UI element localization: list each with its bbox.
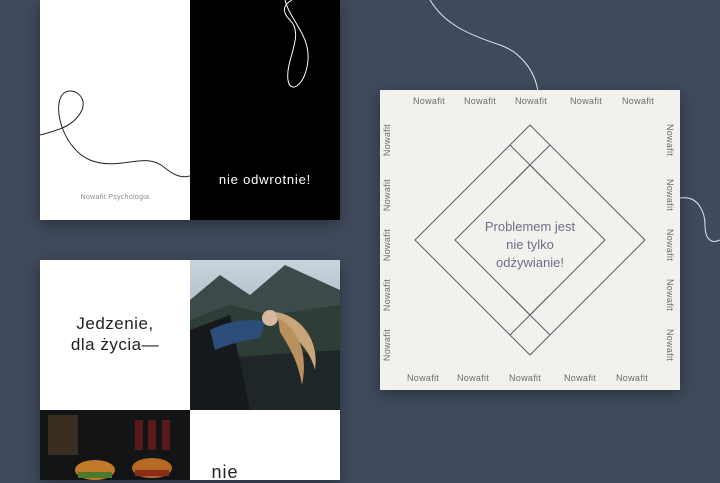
brand-label: Nowafit — [464, 96, 497, 106]
quote-text: nie odwrotnie! — [218, 172, 312, 187]
headline: Jedzenie, dla życia— — [40, 313, 190, 355]
brand-label: Nowafit — [382, 123, 393, 157]
right-card: Nowafit Nowafit Nowafit Nowafit Nowafit … — [380, 90, 680, 390]
top-left-card: Nowafit Psychologia nie odwrotnie! — [40, 0, 340, 220]
bottom-left-card: Jedzenie, dla życia— — [40, 260, 340, 480]
brand-label: Nowafit — [665, 228, 676, 262]
headline-panel: Jedzenie, dla życia— — [40, 260, 190, 410]
brand-caption: Nowafit Psychologia — [80, 194, 150, 201]
brand-label: Nowafit — [457, 373, 490, 383]
quote-line-3: odżywianie! — [496, 255, 564, 270]
brand-label: Nowafit — [382, 278, 393, 312]
hair-in-wind-photo — [190, 260, 340, 410]
white-panel: Nowafit Psychologia — [40, 0, 190, 220]
brand-label: Nowafit — [665, 278, 676, 312]
brand-label: Nowafit — [564, 373, 597, 383]
black-panel — [190, 0, 340, 220]
headline-line-1: Jedzenie, — [76, 314, 154, 333]
brand-label: Nowafit — [665, 123, 676, 157]
quote-line-2: nie tylko — [506, 237, 554, 252]
center-quote: Problemem jest nie tylko odżywianie! — [465, 218, 595, 272]
headline-line-2: dla życia— — [70, 335, 160, 354]
brand-label: Nowafit — [616, 373, 649, 383]
brand-label: Nowafit — [622, 96, 655, 106]
brand-label: Nowafit — [570, 96, 603, 106]
brand-label: Nowafit — [413, 96, 446, 106]
brand-label: Nowafit — [382, 228, 393, 262]
brand-label: Nowafit — [665, 178, 676, 212]
brand-label: Nowafit — [407, 373, 440, 383]
brand-label: Nowafit — [515, 96, 548, 106]
squiggle-line — [40, 90, 190, 178]
brand-label: Nowafit — [382, 178, 393, 212]
swirl-line — [283, 0, 309, 88]
brand-label: Nowafit — [382, 328, 393, 362]
quote-line-1: Problemem jest — [484, 219, 576, 234]
brand-label: Nowafit — [665, 328, 676, 362]
brand-label: Nowafit — [509, 373, 542, 383]
